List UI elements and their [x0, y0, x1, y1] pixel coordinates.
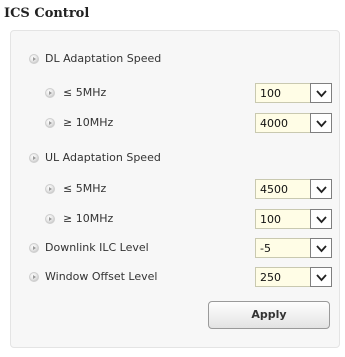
chevron-down-icon [316, 90, 327, 98]
item-label: ≥ 10MHz [63, 116, 114, 129]
item-label: ≤ 5MHz [63, 182, 107, 195]
bullet-icon [29, 54, 39, 64]
select-value: 4500 [255, 179, 310, 199]
dl-adaptation-speed-header: DL Adaptation Speed [11, 49, 339, 71]
window-offset-level-select[interactable]: 250 [255, 267, 332, 287]
dropdown-button[interactable] [310, 113, 332, 133]
chevron-down-icon [316, 120, 327, 128]
dropdown-button[interactable] [310, 238, 332, 258]
dropdown-button[interactable] [310, 83, 332, 103]
chevron-down-icon [316, 186, 327, 194]
downlink-ilc-level-row: Downlink ILC Level -5 [11, 238, 339, 260]
dl-10mhz-select[interactable]: 4000 [255, 113, 332, 133]
page-title: ICS Control [4, 6, 90, 21]
ul-10mhz-row: ≥ 10MHz 100 [11, 209, 339, 231]
dl-10mhz-row: ≥ 10MHz 4000 [11, 113, 339, 135]
bullet-icon [29, 243, 39, 253]
select-value: 100 [255, 209, 310, 229]
dl-5mhz-select[interactable]: 100 [255, 83, 332, 103]
bullet-icon [29, 272, 39, 282]
item-label: ≥ 10MHz [63, 212, 114, 225]
dropdown-button[interactable] [310, 267, 332, 287]
bullet-icon [45, 214, 55, 224]
bullet-icon [29, 153, 39, 163]
chevron-down-icon [316, 245, 327, 253]
setting-label: Window Offset Level [45, 270, 158, 283]
ul-5mhz-select[interactable]: 4500 [255, 179, 332, 199]
section-label: DL Adaptation Speed [45, 52, 162, 65]
item-label: ≤ 5MHz [63, 86, 107, 99]
select-value: 4000 [255, 113, 310, 133]
chevron-down-icon [316, 216, 327, 224]
setting-label: Downlink ILC Level [45, 241, 149, 254]
bullet-icon [45, 118, 55, 128]
ul-adaptation-speed-header: UL Adaptation Speed [11, 148, 339, 170]
downlink-ilc-level-select[interactable]: -5 [255, 238, 332, 258]
window-offset-level-row: Window Offset Level 250 [11, 267, 339, 289]
chevron-down-icon [316, 274, 327, 282]
ics-control-panel: DL Adaptation Speed ≤ 5MHz 100 ≥ 10MHz 4… [10, 30, 340, 348]
ul-10mhz-select[interactable]: 100 [255, 209, 332, 229]
select-value: 100 [255, 83, 310, 103]
bullet-icon [45, 184, 55, 194]
dl-5mhz-row: ≤ 5MHz 100 [11, 83, 339, 105]
section-label: UL Adaptation Speed [45, 151, 161, 164]
bullet-icon [45, 88, 55, 98]
select-value: 250 [255, 267, 310, 287]
select-value: -5 [255, 238, 310, 258]
dropdown-button[interactable] [310, 179, 332, 199]
dropdown-button[interactable] [310, 209, 332, 229]
apply-button[interactable]: Apply [208, 301, 330, 329]
ul-5mhz-row: ≤ 5MHz 4500 [11, 179, 339, 201]
